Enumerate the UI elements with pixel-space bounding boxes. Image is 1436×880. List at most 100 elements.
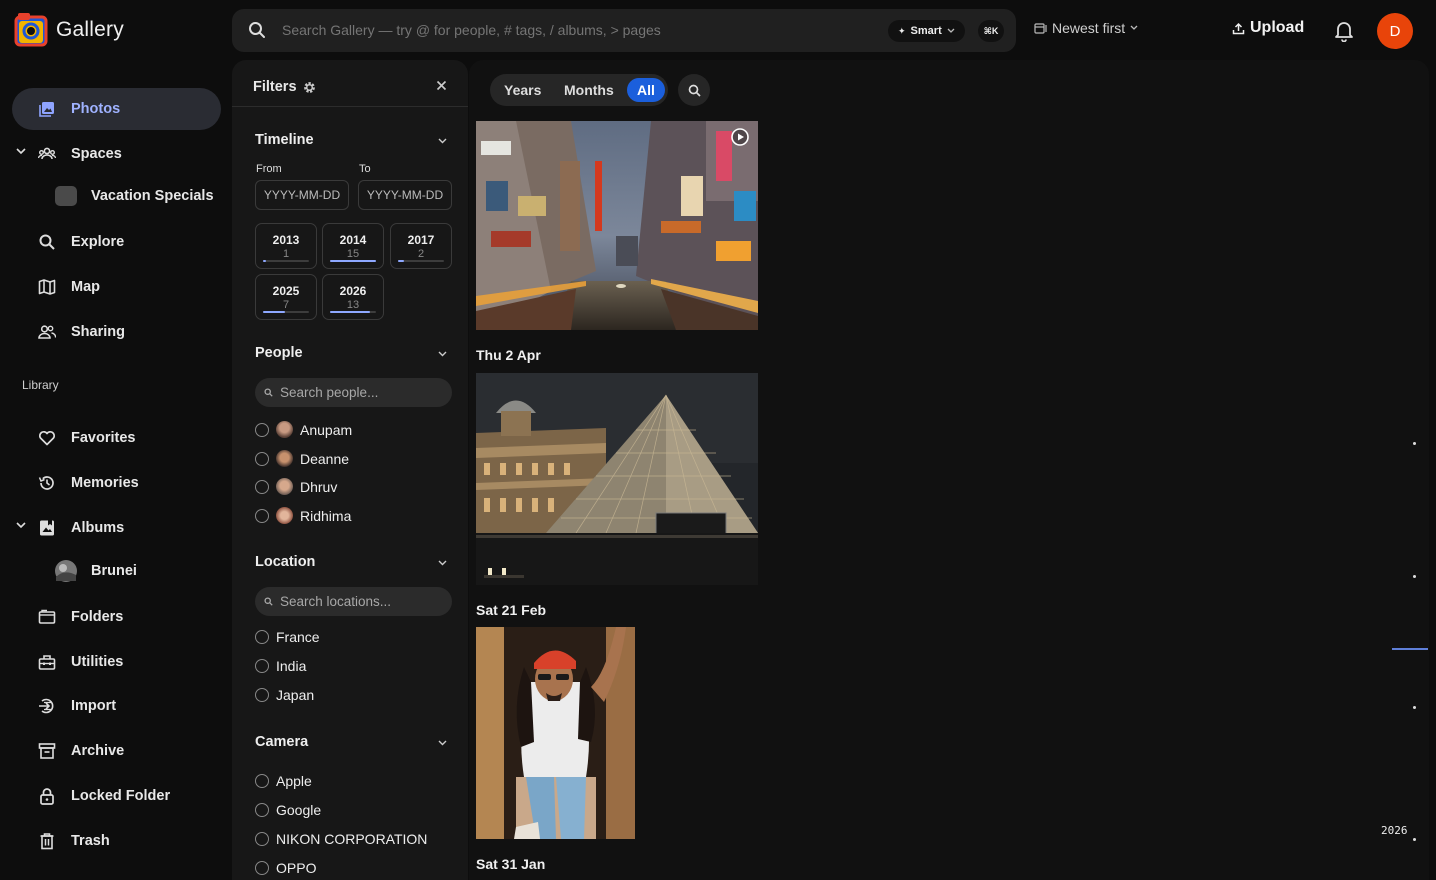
photo-thumbnail[interactable] <box>476 121 758 330</box>
chevron-down-icon[interactable] <box>438 560 447 566</box>
close-icon[interactable] <box>436 80 447 91</box>
radio-button[interactable] <box>255 688 269 702</box>
radio-button[interactable] <box>255 630 269 644</box>
sidebar-label: Import <box>71 698 117 714</box>
sidebar-label: Folders <box>71 609 124 625</box>
camera-option[interactable]: OPPO <box>255 860 316 876</box>
camera-option[interactable]: NIKON CORPORATION <box>255 831 427 847</box>
radio-button[interactable] <box>255 832 269 846</box>
album-icon <box>40 520 54 536</box>
search-icon <box>264 388 273 397</box>
sidebar-label: Memories <box>71 475 139 491</box>
people-section-title[interactable]: People <box>255 345 303 361</box>
location-option[interactable]: France <box>255 629 320 645</box>
people-search-input[interactable]: Search people... <box>255 378 452 407</box>
camera-option[interactable]: Apple <box>255 773 312 789</box>
location-search-placeholder: Search locations... <box>280 594 392 609</box>
photo-thumbnail[interactable] <box>476 627 635 839</box>
year-bar-fill <box>398 260 404 262</box>
year-chip[interactable]: 2025 7 <box>255 274 317 320</box>
sidebar-item-map[interactable]: Map <box>12 266 221 308</box>
sidebar-item-spaces[interactable]: Spaces <box>12 133 221 175</box>
radio-button[interactable] <box>255 774 269 788</box>
person-option[interactable]: Ridhima <box>255 507 351 524</box>
sidebar-item-archive[interactable]: Archive <box>12 730 221 772</box>
year-chip[interactable]: 2026 13 <box>322 274 384 320</box>
year-count: 15 <box>346 248 360 260</box>
sidebar-item-utilities[interactable]: Utilities <box>12 641 221 683</box>
scrubber-position-indicator[interactable] <box>1392 648 1428 650</box>
scrubber-marker[interactable] <box>1413 706 1416 709</box>
view-all-button[interactable]: All <box>627 78 665 102</box>
chevron-down-icon[interactable] <box>438 351 447 357</box>
app-logo[interactable]: Gallery <box>14 12 124 48</box>
space-thumbnail <box>55 186 77 206</box>
chevron-down-icon <box>1130 25 1138 30</box>
camera-option[interactable]: Google <box>255 802 321 818</box>
scrubber-marker[interactable] <box>1413 442 1416 445</box>
photo-thumbnail[interactable] <box>476 373 758 585</box>
upload-button[interactable]: Upload <box>1232 19 1304 37</box>
sidebar-item-vacation-specials[interactable]: Vacation Specials <box>12 175 221 217</box>
timeline-section-title[interactable]: Timeline <box>255 132 314 148</box>
location-option[interactable]: Japan <box>255 687 314 703</box>
upload-label: Upload <box>1250 19 1305 36</box>
notifications-bell-icon[interactable] <box>1334 20 1354 42</box>
year-chip[interactable]: 2017 2 <box>390 223 452 269</box>
radio-button[interactable] <box>255 422 269 437</box>
sidebar-item-memories[interactable]: Memories <box>12 462 221 504</box>
chevron-down-icon[interactable] <box>16 521 26 529</box>
scrubber-marker[interactable] <box>1413 838 1416 841</box>
chevron-down-icon[interactable] <box>16 147 26 155</box>
person-option[interactable]: Dhruv <box>255 478 337 495</box>
play-video-icon[interactable] <box>730 127 750 147</box>
radio-button[interactable] <box>255 803 269 817</box>
sort-dropdown[interactable]: Newest first <box>1034 20 1138 36</box>
scrubber-marker[interactable] <box>1413 575 1416 578</box>
radio-button[interactable] <box>255 659 269 673</box>
user-avatar[interactable]: D <box>1377 13 1413 49</box>
chevron-down-icon[interactable] <box>438 740 447 746</box>
camera-section-title[interactable]: Camera <box>255 734 308 750</box>
location-option[interactable]: India <box>255 658 306 674</box>
archive-icon <box>38 743 56 759</box>
to-date-field[interactable]: YYYY-MM-DD <box>358 180 452 210</box>
radio-button[interactable] <box>255 479 269 494</box>
person-option[interactable]: Deanne <box>255 450 349 467</box>
sidebar-item-album-brunei[interactable]: Brunei <box>12 550 221 592</box>
view-months-button[interactable]: Months <box>564 78 614 102</box>
timeline-search-button[interactable] <box>678 74 710 106</box>
location-name: India <box>276 658 307 674</box>
sidebar-item-import[interactable]: Import <box>12 685 221 727</box>
location-section-title[interactable]: Location <box>255 554 315 570</box>
year-chip[interactable]: 2014 15 <box>322 223 384 269</box>
radio-button[interactable] <box>255 508 269 523</box>
chevron-down-icon[interactable] <box>438 138 447 144</box>
louvre-pyramid-photo <box>476 373 758 585</box>
smart-search-toggle[interactable]: ✦ Smart <box>888 20 965 42</box>
radio-button[interactable] <box>255 861 269 875</box>
camera-name: NIKON CORPORATION <box>276 831 428 847</box>
sidebar-item-favorites[interactable]: Favorites <box>12 417 221 459</box>
sidebar-item-photos[interactable]: Photos <box>12 88 221 130</box>
person-name: Deanne <box>300 450 350 467</box>
global-search-bar[interactable]: ✦ Smart ⌘K <box>232 9 1016 52</box>
year-bar-fill <box>263 260 267 262</box>
search-input[interactable] <box>282 9 882 52</box>
from-date-field[interactable]: YYYY-MM-DD <box>255 180 349 210</box>
location-search-input[interactable]: Search locations... <box>255 587 452 616</box>
sidebar-item-trash[interactable]: Trash <box>12 820 221 862</box>
view-years-button[interactable]: Years <box>504 78 541 102</box>
year-chip[interactable]: 2013 1 <box>255 223 317 269</box>
sidebar-item-folders[interactable]: Folders <box>12 596 221 638</box>
sidebar-item-sharing[interactable]: Sharing <box>12 311 221 353</box>
camera-name: OPPO <box>276 860 317 876</box>
sharing-people-icon <box>38 325 56 339</box>
person-option[interactable]: Anupam <box>255 421 352 438</box>
sidebar-label: Sharing <box>71 324 125 340</box>
sidebar-item-locked-folder[interactable]: Locked Folder <box>12 775 221 817</box>
sidebar-item-albums[interactable]: Albums <box>12 507 221 549</box>
gear-icon[interactable] <box>303 81 316 94</box>
radio-button[interactable] <box>255 451 269 466</box>
sidebar-item-explore[interactable]: Explore <box>12 221 221 263</box>
